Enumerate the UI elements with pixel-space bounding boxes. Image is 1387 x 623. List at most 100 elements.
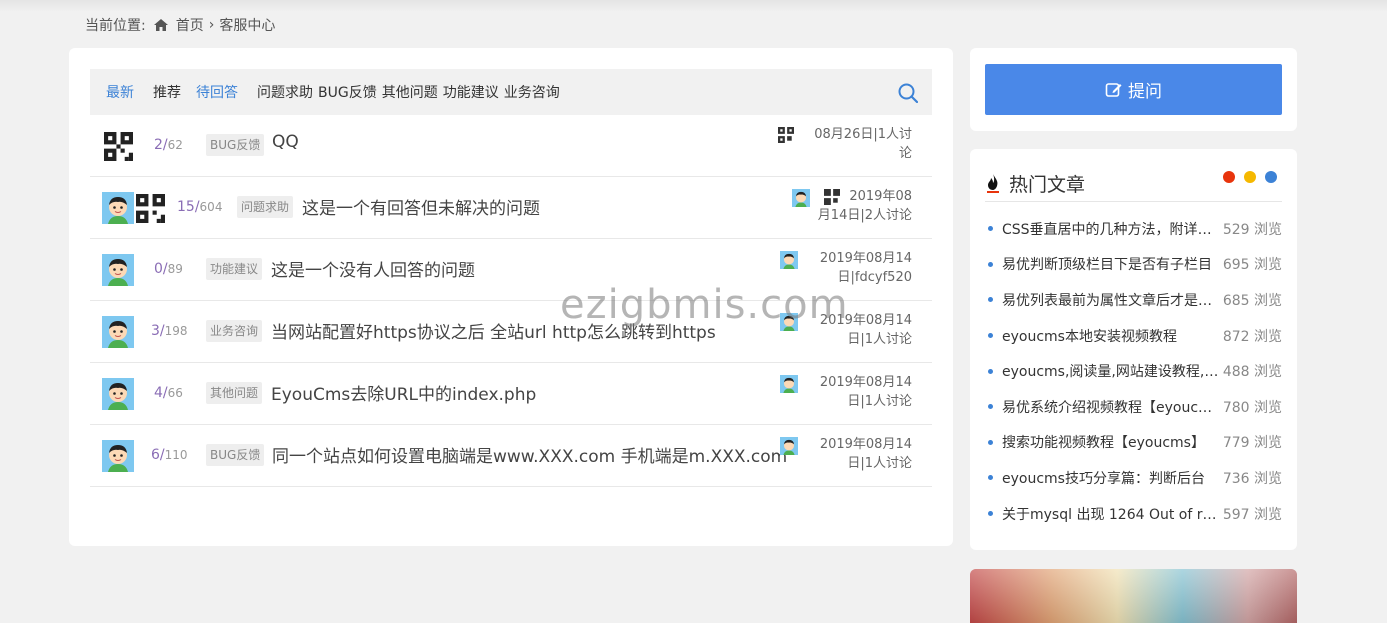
hot-articles-card: 热门文章 CSS垂直居中的几种方法，附详细代码 529 浏览 易优判断顶级栏目下是…	[970, 149, 1297, 550]
answer-count: 3/198	[151, 323, 188, 339]
hot-article-item[interactable]: 搜索功能视频教程【eyoucms】 779 浏览	[985, 425, 1282, 461]
tab-business[interactable]: 业务咨询	[504, 82, 560, 102]
yellow-dot	[1244, 171, 1256, 183]
user-avatar-icon	[102, 316, 134, 348]
question-list: 2/62 BUG反馈 QQ 08月26日|1人讨 论 15/604 问题求助 这…	[90, 115, 932, 487]
row-avatars	[102, 316, 134, 348]
hot-articles-title: 热门文章	[1009, 173, 1086, 196]
qrcode-mini-icon	[778, 127, 794, 143]
question-row: 3/198 业务咨询 当网站配置好https协议之后 全站url http怎么跳…	[90, 301, 932, 363]
hot-article-item[interactable]: eyoucms,阅读量,网站建设教程,网站 488 浏览	[985, 353, 1282, 389]
tab-bug[interactable]: BUG反馈	[318, 82, 377, 102]
hot-articles-list: CSS垂直居中的几种方法，附详细代码 529 浏览 易优判断顶级栏目下是否有子栏目…	[985, 211, 1282, 531]
tab-recommended[interactable]: 推荐	[153, 82, 181, 102]
row-avatars	[104, 132, 133, 161]
question-row: 6/110 BUG反馈 同一个站点如何设置电脑端是www.XXX.com 手机端…	[90, 425, 932, 487]
hot-article-item[interactable]: eyoucms本地安装视频教程 872 浏览	[985, 318, 1282, 354]
question-meta: 2019年08 月14日|2人讨论	[792, 187, 912, 225]
hot-article-item[interactable]: eyoucms技巧分享篇：判断后台 736 浏览	[985, 460, 1282, 496]
tab-suggestion[interactable]: 功能建议	[443, 82, 499, 102]
question-title[interactable]: QQ	[272, 132, 299, 152]
question-list-card: 最新 推荐 待回答 问题求助 BUG反馈 其他问题 功能建议 业务咨询 2/62…	[69, 48, 953, 546]
user-mini-avatar-icon	[780, 313, 798, 331]
breadcrumb-current: 客服中心	[219, 18, 276, 34]
question-tag[interactable]: 功能建议	[206, 258, 263, 280]
row-avatars	[102, 192, 165, 224]
answer-count: 2/62	[154, 137, 183, 153]
question-row: 0/89 功能建议 这是一个没有人回答的问题 2019年08月14 日|fdcy…	[90, 239, 932, 301]
question-tag[interactable]: 问题求助	[237, 196, 294, 218]
tab-help[interactable]: 问题求助	[257, 82, 313, 102]
question-meta: 2019年08月14 日|1人讨论	[780, 373, 912, 411]
answer-count: 4/66	[154, 385, 183, 401]
question-meta: 08月26日|1人讨 论	[778, 125, 912, 163]
user-avatar-icon	[102, 192, 134, 224]
red-dot	[1223, 171, 1235, 183]
bullet-icon	[988, 297, 993, 303]
tab-latest[interactable]: 最新	[106, 82, 134, 102]
hot-article-item[interactable]: 易优判断顶级栏目下是否有子栏目 695 浏览	[985, 247, 1282, 283]
breadcrumb-separator: ›	[208, 17, 215, 33]
bullet-icon	[988, 439, 993, 445]
decorative-dots	[1214, 171, 1277, 183]
question-tag[interactable]: 其他问题	[206, 382, 263, 404]
top-shadow	[0, 0, 1387, 12]
question-title[interactable]: 这是一个有回答但未解决的问题	[302, 194, 540, 219]
ask-question-label: 提问	[1128, 82, 1162, 102]
tab-other[interactable]: 其他问题	[382, 82, 438, 102]
answer-count: 6/110	[151, 447, 188, 463]
bullet-icon	[988, 226, 993, 232]
user-mini-avatar-icon	[780, 375, 798, 393]
qrcode-mini-icon	[824, 189, 840, 205]
bullet-icon	[988, 333, 993, 339]
bullet-icon	[988, 511, 993, 517]
ask-card: 提问	[970, 48, 1297, 131]
bullet-icon	[988, 475, 993, 481]
question-tag[interactable]: BUG反馈	[206, 134, 265, 156]
bullet-icon	[988, 368, 993, 374]
question-tag[interactable]: BUG反馈	[206, 444, 265, 466]
user-mini-avatar-icon	[780, 437, 798, 455]
user-avatar-icon	[102, 440, 134, 472]
qrcode-avatar-icon	[136, 193, 165, 223]
user-mini-avatar-icon	[780, 251, 798, 269]
qrcode-avatar-icon	[104, 132, 133, 161]
hot-article-item[interactable]: 易优列表最前为属性文章后才是普通文章685 浏览	[985, 282, 1282, 318]
question-title[interactable]: EyouCms去除URL中的index.php	[271, 380, 536, 405]
tab-unanswered[interactable]: 待回答	[196, 82, 238, 102]
row-avatars	[102, 440, 134, 472]
question-title[interactable]: 同一个站点如何设置电脑端是www.XXX.com 手机端是m.XXX.com	[272, 442, 787, 467]
question-title[interactable]: 这是一个没有人回答的问题	[271, 256, 475, 281]
answer-count: 15/604	[177, 199, 223, 215]
user-avatar-icon	[102, 378, 134, 410]
breadcrumb-label: 当前位置:	[85, 18, 146, 34]
answer-count: 0/89	[154, 261, 183, 277]
bullet-icon	[988, 404, 993, 410]
question-meta: 2019年08月14 日|fdcyf520	[780, 249, 912, 287]
row-avatars	[102, 378, 134, 410]
question-row: 15/604 问题求助 这是一个有回答但未解决的问题 2019年08 月14日|…	[90, 177, 932, 239]
filter-tabbar: 最新 推荐 待回答 问题求助 BUG反馈 其他问题 功能建议 业务咨询	[90, 69, 932, 115]
question-row: 2/62 BUG反馈 QQ 08月26日|1人讨 论	[90, 115, 932, 177]
breadcrumb: 当前位置: 首页 › 客服中心	[85, 15, 275, 35]
home-icon	[153, 19, 168, 31]
question-row: 4/66 其他问题 EyouCms去除URL中的index.php 2019年0…	[90, 363, 932, 425]
bullet-icon	[988, 261, 993, 267]
hot-article-item[interactable]: CSS垂直居中的几种方法，附详细代码 529 浏览	[985, 211, 1282, 247]
question-tag[interactable]: 业务咨询	[206, 320, 263, 342]
hot-article-item[interactable]: 关于mysql 出现 1264 Out of range 597 浏览	[985, 496, 1282, 532]
banner-image[interactable]	[970, 569, 1297, 623]
blue-dot	[1265, 171, 1277, 183]
hot-articles-header: 热门文章	[985, 165, 1282, 202]
hot-article-item[interactable]: 易优系统介绍视频教程【eyoucms】 780 浏览	[985, 389, 1282, 425]
breadcrumb-home-link[interactable]: 首页	[176, 15, 204, 35]
question-title[interactable]: 当网站配置好https协议之后 全站url http怎么跳转到https	[271, 318, 716, 343]
user-avatar-icon	[102, 254, 134, 286]
question-meta: 2019年08月14 日|1人讨论	[780, 311, 912, 349]
row-avatars	[102, 254, 134, 286]
search-icon[interactable]	[898, 83, 919, 107]
edit-icon	[1105, 82, 1122, 97]
user-mini-avatar-icon	[792, 189, 810, 207]
ask-question-button[interactable]: 提问	[985, 64, 1282, 115]
fire-icon	[985, 173, 1001, 193]
